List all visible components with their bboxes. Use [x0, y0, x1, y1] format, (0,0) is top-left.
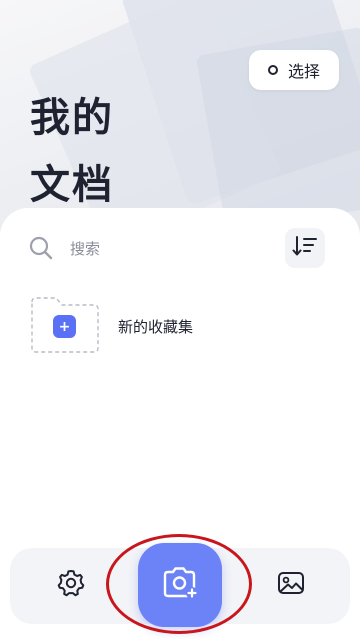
page-title-line1: 我的 — [30, 95, 114, 141]
page-title-line2: 文档 — [30, 162, 114, 208]
gallery-button[interactable] — [272, 566, 310, 604]
select-button[interactable]: 选择 — [249, 50, 339, 90]
scan-camera-button[interactable] — [138, 543, 222, 627]
search-icon — [28, 235, 54, 261]
settings-button[interactable] — [52, 566, 90, 604]
search-field[interactable]: 搜索 — [28, 228, 268, 268]
sort-button[interactable] — [285, 228, 325, 268]
new-collection-label[interactable]: 新的收藏集 — [118, 316, 193, 337]
camera-plus-icon — [161, 566, 199, 604]
add-collection-icon[interactable]: + — [53, 315, 76, 338]
search-placeholder: 搜索 — [70, 239, 101, 258]
select-button-label: 选择 — [287, 62, 320, 81]
sort-icon — [292, 234, 318, 262]
folder-outline-icon — [30, 297, 100, 358]
image-icon — [276, 569, 306, 601]
gear-icon — [56, 568, 86, 602]
circle-icon — [267, 65, 278, 75]
